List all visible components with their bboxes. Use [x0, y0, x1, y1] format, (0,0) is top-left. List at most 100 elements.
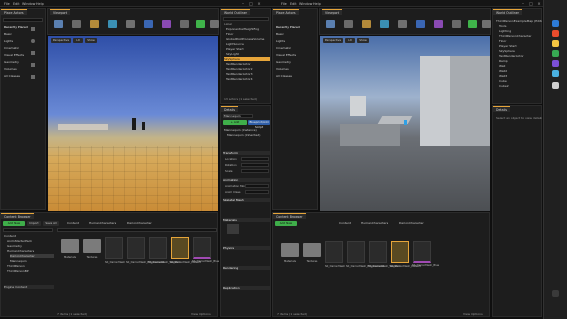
lit-button[interactable]: Lit — [73, 38, 83, 43]
outliner-item[interactable]: Wall — [499, 64, 542, 68]
add-new-button[interactable]: Add New — [3, 221, 25, 226]
outliner-search[interactable] — [223, 17, 269, 21]
section-rendering[interactable]: Rendering — [223, 266, 270, 270]
close-icon[interactable]: × — [256, 1, 262, 6]
asset-material[interactable]: SK_DarionMesh_Blue — [412, 241, 439, 267]
world-outliner-tab[interactable]: World Outliner — [493, 9, 522, 15]
player-start-icon[interactable] — [404, 120, 407, 125]
menu-file[interactable]: File — [4, 2, 10, 6]
outliner-item[interactable]: ThirdPersonExampleMap (Editor) — [496, 19, 542, 23]
outliner-item[interactable]: TextRenderActor4 — [226, 77, 270, 81]
category-geometry[interactable]: Geometry — [276, 60, 291, 64]
asset-physics[interactable]: SK_DarionMesh_PhysicsAsset — [346, 241, 384, 268]
outliner-item[interactable]: SkySphere — [499, 49, 542, 53]
close-icon[interactable]: × — [536, 1, 542, 6]
section-physics[interactable]: Physics — [223, 246, 270, 250]
viewport-left[interactable]: Perspective Lit Show — [48, 36, 218, 211]
pillar[interactable] — [350, 96, 366, 116]
play-icon[interactable] — [196, 20, 205, 28]
folder-textures[interactable]: Textures — [303, 243, 321, 263]
outliner-item[interactable]: Player Start — [499, 44, 542, 48]
source-control-icon[interactable] — [72, 20, 81, 28]
outliner-item[interactable]: ThirdPersonCharacter — [499, 34, 542, 38]
outliner-item[interactable]: Cube — [499, 79, 542, 83]
category-cinematic[interactable]: Cinematic — [276, 46, 291, 50]
breadcrumb-content[interactable]: Content — [339, 221, 359, 225]
play-icon[interactable] — [468, 20, 477, 28]
breadcrumb-content[interactable]: Content — [67, 221, 87, 225]
outliner-item[interactable]: Floor — [226, 32, 270, 36]
outliner-item[interactable]: ExponentialHeightFog — [226, 27, 270, 31]
place-actors-tab[interactable]: Place Actors — [1, 9, 27, 15]
menu-help-right[interactable]: Help — [313, 2, 321, 6]
menu-window[interactable]: Window — [22, 2, 35, 6]
section-replication[interactable]: Replication — [223, 286, 270, 290]
asset-skeleton[interactable]: SK_DarionMesh_Skeleton — [148, 237, 181, 264]
folder-materials[interactable]: Materials — [61, 239, 79, 259]
lit-button[interactable]: Lit — [345, 38, 355, 43]
anim-mode-field[interactable] — [245, 184, 269, 188]
tree-item[interactable]: AnimStarterPack — [7, 239, 54, 243]
outliner-item-selected[interactable]: SkySphere — [224, 57, 270, 61]
category-lights[interactable]: Lights — [4, 39, 13, 43]
section-materials[interactable]: Materials — [223, 218, 270, 222]
outliner-item[interactable]: Lighting — [499, 29, 542, 33]
save-icon[interactable] — [326, 20, 335, 28]
outliner-item[interactable]: LightSource — [226, 42, 270, 46]
recently-placed[interactable]: Recently Placed — [4, 25, 28, 29]
add-component-button[interactable]: + Add Component — [223, 120, 247, 129]
app-icon[interactable] — [552, 30, 559, 37]
content-browser-tab[interactable]: Content Browser — [1, 213, 34, 219]
save-icon[interactable] — [54, 20, 63, 28]
view-options-button[interactable]: View Options — [463, 312, 489, 316]
category-visual-effects[interactable]: Visual Effects — [4, 53, 24, 57]
outliner-item[interactable]: Wall3 — [499, 74, 542, 78]
menu-edit-right[interactable]: Edit — [290, 2, 297, 6]
import-button[interactable]: Import — [27, 221, 41, 226]
asset-material[interactable]: SK_DarionMesh_Blue — [192, 237, 219, 263]
section-animation[interactable]: Animation — [223, 178, 270, 182]
minimize-icon[interactable]: – — [520, 1, 526, 6]
content-browser-tab[interactable]: Content Browser — [273, 213, 306, 219]
outliner-item[interactable]: Ramp — [499, 59, 542, 63]
tree-item[interactable]: HumanCharacters — [7, 249, 54, 253]
viewport-tab[interactable]: Viewport — [50, 9, 71, 15]
menu-file-right[interactable]: File — [281, 2, 287, 6]
material-thumbnail[interactable] — [227, 224, 239, 234]
tree-item[interactable]: Engine Content — [4, 285, 54, 289]
rotation-field[interactable] — [241, 163, 269, 167]
add-new-button[interactable]: Add New — [275, 221, 297, 226]
asset-physics[interactable]: SK_DarionMesh_PhysicsAsset — [126, 237, 164, 264]
launch-icon[interactable] — [210, 20, 219, 28]
recently-placed[interactable]: Recently Placed — [276, 25, 300, 29]
outliner-item[interactable]: Wall2 — [499, 69, 542, 73]
tree-item[interactable]: ThirdPersonBP — [7, 269, 54, 273]
blueprint-button[interactable]: Blueprint/Add Script — [248, 120, 270, 129]
category-basic[interactable]: Basic — [4, 32, 12, 36]
maximize-icon[interactable]: □ — [248, 1, 254, 6]
app-icon[interactable] — [552, 60, 559, 67]
wall-block[interactable] — [420, 56, 450, 146]
world-outliner-tab[interactable]: World Outliner — [221, 9, 250, 15]
place-actors-tab[interactable]: Place Actors — [273, 9, 299, 15]
outliner-item[interactable]: Cube2 — [499, 84, 542, 88]
cinematics-icon[interactable] — [434, 20, 443, 28]
folder-materials[interactable]: Materials — [281, 243, 299, 263]
outliner-item[interactable]: TextRenderActor — [499, 54, 542, 58]
show-button[interactable]: Show — [85, 38, 97, 43]
category-all-classes[interactable]: All Classes — [4, 74, 20, 78]
asset-skeleton[interactable]: SK_DarionMesh_Skeleton — [368, 241, 401, 268]
content-icon[interactable] — [90, 20, 99, 28]
tree-item[interactable]: Mannequin — [10, 259, 54, 263]
outliner-item[interactable]: Tools — [499, 24, 542, 28]
menu-window-right[interactable]: Window — [299, 2, 312, 6]
component-item[interactable]: Mannequin (Inherited) — [227, 133, 270, 137]
scale-field[interactable] — [241, 169, 269, 173]
location-field[interactable] — [241, 157, 269, 161]
outliner-item[interactable]: TextRenderActor — [226, 62, 270, 66]
source-control-icon[interactable] — [344, 20, 353, 28]
tree-item-selected[interactable]: DarionCharacter — [10, 254, 54, 258]
app-icon[interactable] — [552, 40, 559, 47]
settings-icon[interactable] — [398, 20, 407, 28]
content-icon[interactable] — [362, 20, 371, 28]
